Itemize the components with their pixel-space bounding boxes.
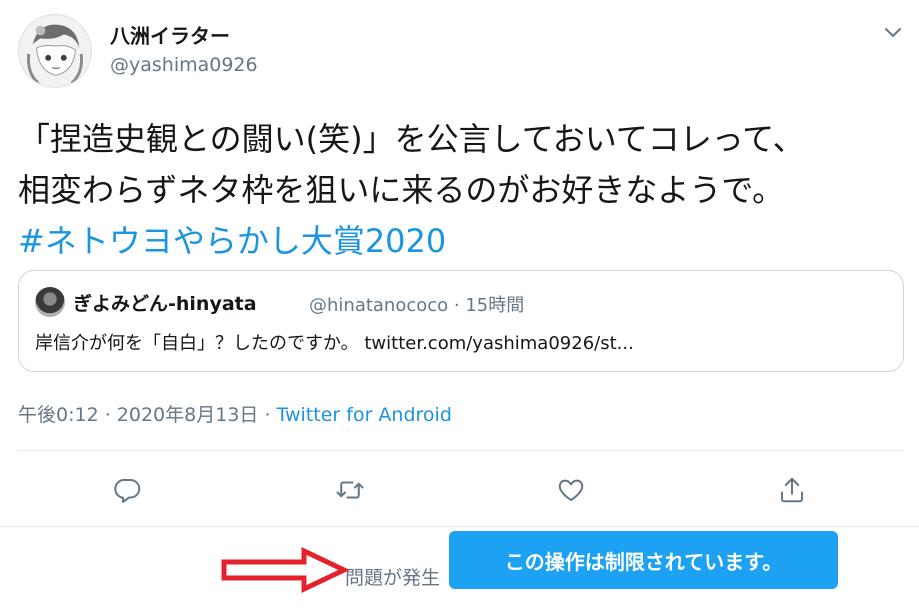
tweet-text-line: 相変わらずネタ枠を狙いに来るのがお好きなようで。 bbox=[18, 171, 785, 209]
action-bar bbox=[0, 468, 919, 512]
divider bbox=[18, 450, 904, 451]
error-message: 問題が発生 bbox=[345, 567, 441, 589]
user-handle[interactable]: @yashima0926 bbox=[110, 54, 258, 76]
like-button[interactable] bbox=[549, 468, 593, 512]
source-link[interactable]: Twitter for Android bbox=[277, 404, 452, 426]
retweet-button[interactable] bbox=[328, 468, 372, 512]
heart-icon bbox=[558, 479, 584, 501]
quoted-display-name: ぎよみどん-hinyata bbox=[73, 293, 257, 315]
quoted-tweet[interactable]: ぎよみどん-hinyata @hinatanococo · 15時間 岸信介が何… bbox=[18, 270, 904, 372]
share-button[interactable] bbox=[770, 468, 814, 512]
quoted-user-avatar[interactable] bbox=[35, 287, 65, 317]
user-avatar[interactable] bbox=[18, 14, 92, 88]
retweet-icon bbox=[336, 481, 364, 499]
tweet-text-line: 「捏造史観との闘い(笑)」を公言しておいてコレって、 bbox=[18, 120, 805, 158]
reply-icon bbox=[114, 478, 141, 503]
quoted-handle-time: @hinatanococo · 15時間 bbox=[309, 295, 525, 316]
timestamp[interactable]: 午後0:12 · 2020年8月13日 · bbox=[18, 404, 277, 426]
red-arrow-annotation bbox=[221, 547, 350, 593]
restriction-toast: この操作は制限されています。 bbox=[449, 531, 838, 589]
quoted-text: 岸信介が何を「自白」？したのですか。 twitter.com/yashima09… bbox=[35, 333, 634, 354]
tweet: 八洲イラター @yashima0926 「捏造史観との闘い(笑)」を公言しておい… bbox=[0, 0, 919, 613]
hashtag-link[interactable]: #ネトウヨやらかし大賞2020 bbox=[18, 216, 908, 267]
display-name[interactable]: 八洲イラター bbox=[110, 20, 230, 49]
reply-button[interactable] bbox=[106, 468, 150, 512]
divider bbox=[0, 526, 919, 527]
chevron-down-icon[interactable] bbox=[880, 22, 906, 44]
share-icon bbox=[781, 477, 803, 503]
tweet-meta: 午後0:12 · 2020年8月13日 · Twitter for Androi… bbox=[18, 400, 452, 427]
tweet-text: 「捏造史観との闘い(笑)」を公言しておいてコレって、 相変わらずネタ枠を狙いに来… bbox=[18, 114, 908, 267]
